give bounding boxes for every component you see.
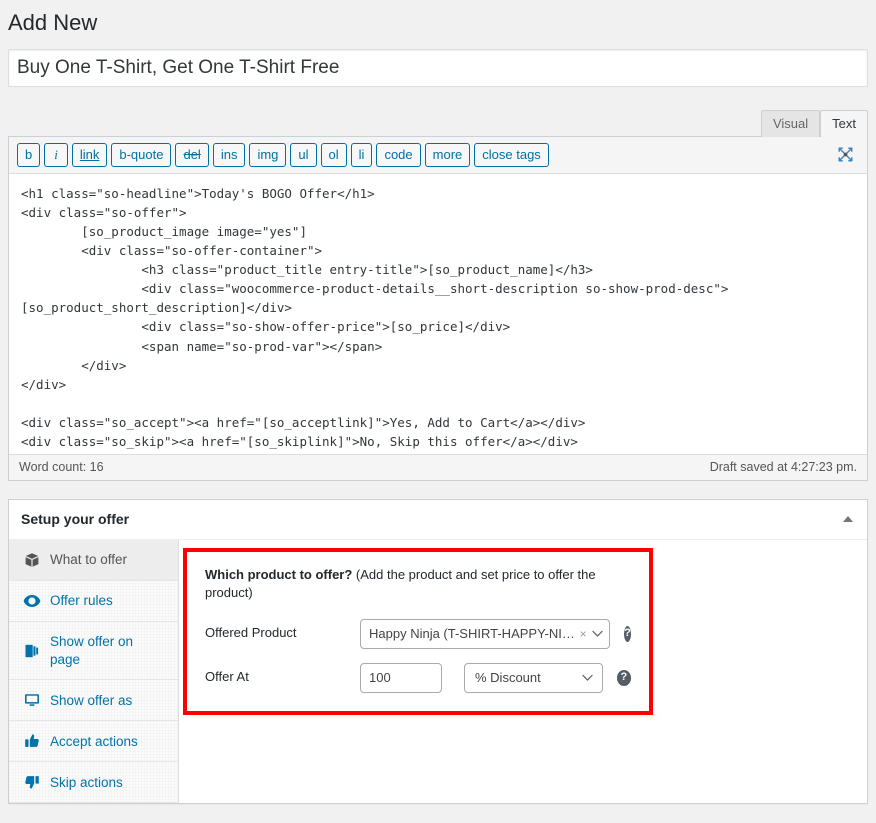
- caret-up-icon[interactable]: [843, 516, 853, 523]
- editor-mode-tabs: Visual Text: [0, 109, 876, 137]
- offered-product-select[interactable]: Happy Ninja (T-SHIRT-HAPPY-NINJA) ×: [360, 618, 610, 649]
- quicktag-li[interactable]: li: [350, 142, 373, 167]
- nav-item-show-offer-as[interactable]: Show offer as: [9, 680, 178, 722]
- book-pages-icon: [23, 642, 41, 660]
- nav-item-label: What to offer: [50, 552, 128, 568]
- offer-at-row: Offer At % Discount ?: [205, 662, 631, 693]
- draft-saved-status: Draft saved at 4:27:23 pm.: [709, 459, 857, 474]
- metabox-title: Setup your offer: [21, 510, 130, 527]
- quicktag-close-tags[interactable]: close tags: [474, 142, 549, 167]
- html-source-textarea[interactable]: <h1 class="so-headline">Today's BOGO Off…: [9, 173, 867, 454]
- quicktags-toolbar: b i link b-quote del ins img ul ol li co…: [9, 136, 867, 174]
- page-title: Add New: [8, 10, 98, 35]
- quicktag-code[interactable]: code: [376, 142, 421, 167]
- offered-product-row: Offered Product Happy Ninja (T-SHIRT-HAP…: [205, 618, 631, 649]
- post-title-input[interactable]: [8, 48, 868, 87]
- what-to-offer-highlight-box: Which product to offer? (Add the product…: [183, 548, 653, 715]
- quicktag-more[interactable]: more: [424, 142, 471, 167]
- nav-item-label: Accept actions: [50, 733, 138, 749]
- nav-item-offer-rules[interactable]: Offer rules: [9, 581, 178, 623]
- chevron-down-icon[interactable]: [582, 672, 594, 684]
- quicktag-italic[interactable]: i: [44, 142, 68, 167]
- offer-at-unit-value: % Discount: [475, 670, 541, 686]
- offer-settings-nav: What to offer Offer rules Show offer on …: [9, 540, 179, 804]
- eye-icon: [23, 592, 41, 610]
- offer-at-unit-select[interactable]: % Discount: [464, 662, 603, 693]
- chevron-down-icon[interactable]: [592, 628, 603, 640]
- help-question-icon[interactable]: ?: [616, 669, 631, 686]
- word-count: Word count: 16: [19, 459, 104, 474]
- nav-item-show-offer-on-page[interactable]: Show offer on page: [9, 622, 178, 681]
- fullscreen-expand-icon[interactable]: [835, 145, 855, 165]
- nav-item-what-to-offer[interactable]: What to offer: [9, 540, 178, 582]
- tab-visual[interactable]: Visual: [760, 109, 821, 137]
- editor-status-bar: Word count: 16 Draft saved at 4:27:23 pm…: [9, 453, 867, 480]
- offer-at-amount-input[interactable]: [360, 662, 442, 693]
- setup-your-offer-metabox: Setup your offer What to offer Offer rul…: [8, 498, 868, 805]
- nav-item-skip-actions[interactable]: Skip actions: [9, 762, 178, 804]
- help-question-icon[interactable]: ?: [624, 625, 631, 642]
- post-title-wrap: [0, 48, 876, 87]
- nav-item-label: Skip actions: [50, 774, 123, 790]
- quicktag-blockquote[interactable]: b-quote: [111, 142, 172, 167]
- quicktag-ul[interactable]: ul: [290, 142, 317, 167]
- quicktag-link[interactable]: link: [71, 142, 108, 167]
- monitor-icon: [23, 691, 41, 709]
- nav-item-label: Show offer as: [50, 692, 133, 708]
- content-editor: b i link b-quote del ins img ul ol li co…: [8, 135, 868, 481]
- metabox-header[interactable]: Setup your offer: [9, 500, 867, 541]
- quicktag-ins[interactable]: ins: [212, 142, 246, 167]
- clear-x-icon[interactable]: ×: [580, 628, 587, 640]
- nav-item-accept-actions[interactable]: Accept actions: [9, 721, 178, 763]
- offered-product-label: Offered Product: [205, 625, 297, 641]
- thumbs-down-icon: [23, 773, 41, 791]
- quicktag-img[interactable]: img: [249, 142, 287, 167]
- panel-intro-question: Which product to offer?: [205, 567, 353, 583]
- quicktag-del[interactable]: del: [175, 142, 209, 167]
- tab-text[interactable]: Text: [820, 109, 868, 137]
- nav-item-label: Offer rules: [50, 593, 113, 609]
- quicktag-ol[interactable]: ol: [320, 142, 347, 167]
- metabox-body: What to offer Offer rules Show offer on …: [9, 540, 867, 804]
- panel-intro: Which product to offer? (Add the product…: [205, 566, 631, 602]
- nav-item-label: Show offer on page: [50, 634, 134, 667]
- package-icon: [23, 551, 41, 569]
- offer-at-label: Offer At: [205, 669, 249, 685]
- quicktag-bold[interactable]: b: [17, 142, 41, 167]
- offered-product-value: Happy Ninja (T-SHIRT-HAPPY-NINJA): [369, 626, 580, 642]
- offer-settings-panel: Which product to offer? (Add the product…: [179, 540, 867, 804]
- thumbs-up-icon: [23, 732, 41, 750]
